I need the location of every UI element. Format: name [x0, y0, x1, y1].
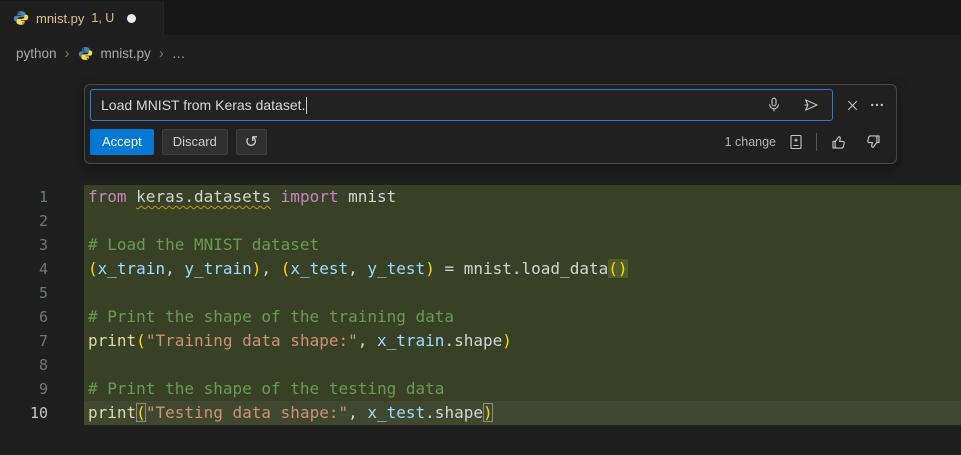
code-token: print	[88, 403, 136, 422]
breadcrumb-folder[interactable]: python	[16, 46, 57, 61]
send-icon[interactable]	[800, 94, 822, 116]
code-token: print	[88, 331, 136, 350]
code-line[interactable]: print("Testing data shape:", x_test.shap…	[84, 401, 961, 425]
code-token: )	[252, 259, 262, 278]
code-token: # Print the shape of the training data	[88, 307, 454, 326]
diff-file-icon[interactable]	[785, 131, 807, 153]
code-token: )	[425, 259, 435, 278]
discard-button[interactable]: Discard	[162, 129, 228, 155]
line-number: 6	[0, 305, 84, 329]
chevron-right-icon: ›	[65, 46, 70, 61]
code-token: ,	[261, 259, 280, 278]
text-caret	[306, 97, 307, 114]
code-token: )	[483, 403, 493, 422]
code-token	[338, 187, 348, 206]
code-token: ,	[348, 259, 367, 278]
tab-filename: mnist.py	[36, 11, 84, 26]
code-token: ,	[348, 403, 367, 422]
line-number: 1	[0, 185, 84, 209]
tab-bar: mnist.py 1, U	[0, 0, 961, 35]
code-token: ,	[358, 331, 377, 350]
chat-input-value: Load MNIST from Keras dataset.	[101, 97, 305, 113]
code-line[interactable]	[84, 353, 961, 377]
chevron-right-icon: ›	[159, 46, 164, 61]
unsaved-dot-icon[interactable]	[127, 14, 136, 23]
code-token: .shape	[444, 331, 502, 350]
code-token: x_train	[98, 259, 165, 278]
python-icon	[78, 46, 93, 61]
tab-decoration-badge: 1, U	[91, 11, 114, 25]
code-line[interactable]: # Load the MNIST dataset	[84, 233, 961, 257]
rerun-button[interactable]: ↺	[236, 129, 267, 155]
thumbs-up-icon[interactable]	[827, 131, 849, 153]
accept-button[interactable]: Accept	[90, 129, 154, 155]
breadcrumb-more[interactable]: …	[172, 46, 186, 61]
code-token: (	[136, 403, 146, 422]
microphone-icon[interactable]	[763, 94, 785, 116]
breadcrumb-file[interactable]: mnist.py	[101, 46, 151, 61]
code-token: "Testing data shape:"	[146, 403, 348, 422]
code-line[interactable]: # Print the shape of the training data	[84, 305, 961, 329]
code-token: y_test	[367, 259, 425, 278]
code-token: # Print the shape of the testing data	[88, 379, 444, 398]
code-token: ()	[608, 259, 627, 278]
breadcrumb: python › mnist.py › …	[0, 37, 185, 69]
code-line[interactable]	[84, 281, 961, 305]
code-token: .shape	[425, 403, 483, 422]
code-line[interactable]: from keras.datasets import mnist	[84, 185, 961, 209]
code-token: mnist.load_data	[464, 259, 609, 278]
code-token: y_train	[184, 259, 251, 278]
inline-chat-widget: Load MNIST from Keras dataset.	[84, 84, 897, 164]
code-token: # Load the MNIST dataset	[88, 235, 319, 254]
code-token: )	[502, 331, 512, 350]
code-line[interactable]: print("Training data shape:", x_train.sh…	[84, 329, 961, 353]
code-token: keras.datasets	[136, 187, 271, 206]
code-token: "Training data shape:"	[146, 331, 358, 350]
separator	[816, 133, 817, 151]
refresh-icon: ↺	[245, 132, 258, 152]
code-token: (	[88, 259, 98, 278]
line-number: 2	[0, 209, 84, 233]
line-number: 3	[0, 233, 84, 257]
code-token	[271, 187, 281, 206]
changes-count: 1 change	[725, 135, 776, 149]
code-token: =	[435, 259, 464, 278]
code-token: (	[281, 259, 291, 278]
code-token: import	[281, 187, 339, 206]
line-number: 9	[0, 377, 84, 401]
thumbs-down-icon[interactable]	[863, 131, 885, 153]
code-token	[127, 187, 137, 206]
code-line[interactable]: # Print the shape of the testing data	[84, 377, 961, 401]
code-line[interactable]: (x_train, y_train), (x_test, y_test) = m…	[84, 257, 961, 281]
code-token: ,	[165, 259, 184, 278]
editor-gutter: 12345678910	[0, 185, 84, 425]
code-block[interactable]: from keras.datasets import mnist # Load t…	[84, 185, 961, 425]
chat-input[interactable]: Load MNIST from Keras dataset.	[90, 89, 833, 121]
close-icon[interactable]	[841, 94, 863, 116]
line-number: 8	[0, 353, 84, 377]
line-number: 10	[0, 401, 84, 425]
more-actions-icon[interactable]	[866, 94, 888, 116]
tab-mnist-py[interactable]: mnist.py 1, U	[0, 1, 164, 35]
code-token: x_test	[367, 403, 425, 422]
code-token: (	[136, 331, 146, 350]
code-token: x_test	[290, 259, 348, 278]
code-token: x_train	[377, 331, 444, 350]
line-number: 7	[0, 329, 84, 353]
code-line[interactable]	[84, 209, 961, 233]
code-token: mnist	[348, 187, 396, 206]
code-token: from	[88, 187, 127, 206]
line-number: 5	[0, 281, 84, 305]
python-icon	[13, 10, 29, 26]
line-number: 4	[0, 257, 84, 281]
